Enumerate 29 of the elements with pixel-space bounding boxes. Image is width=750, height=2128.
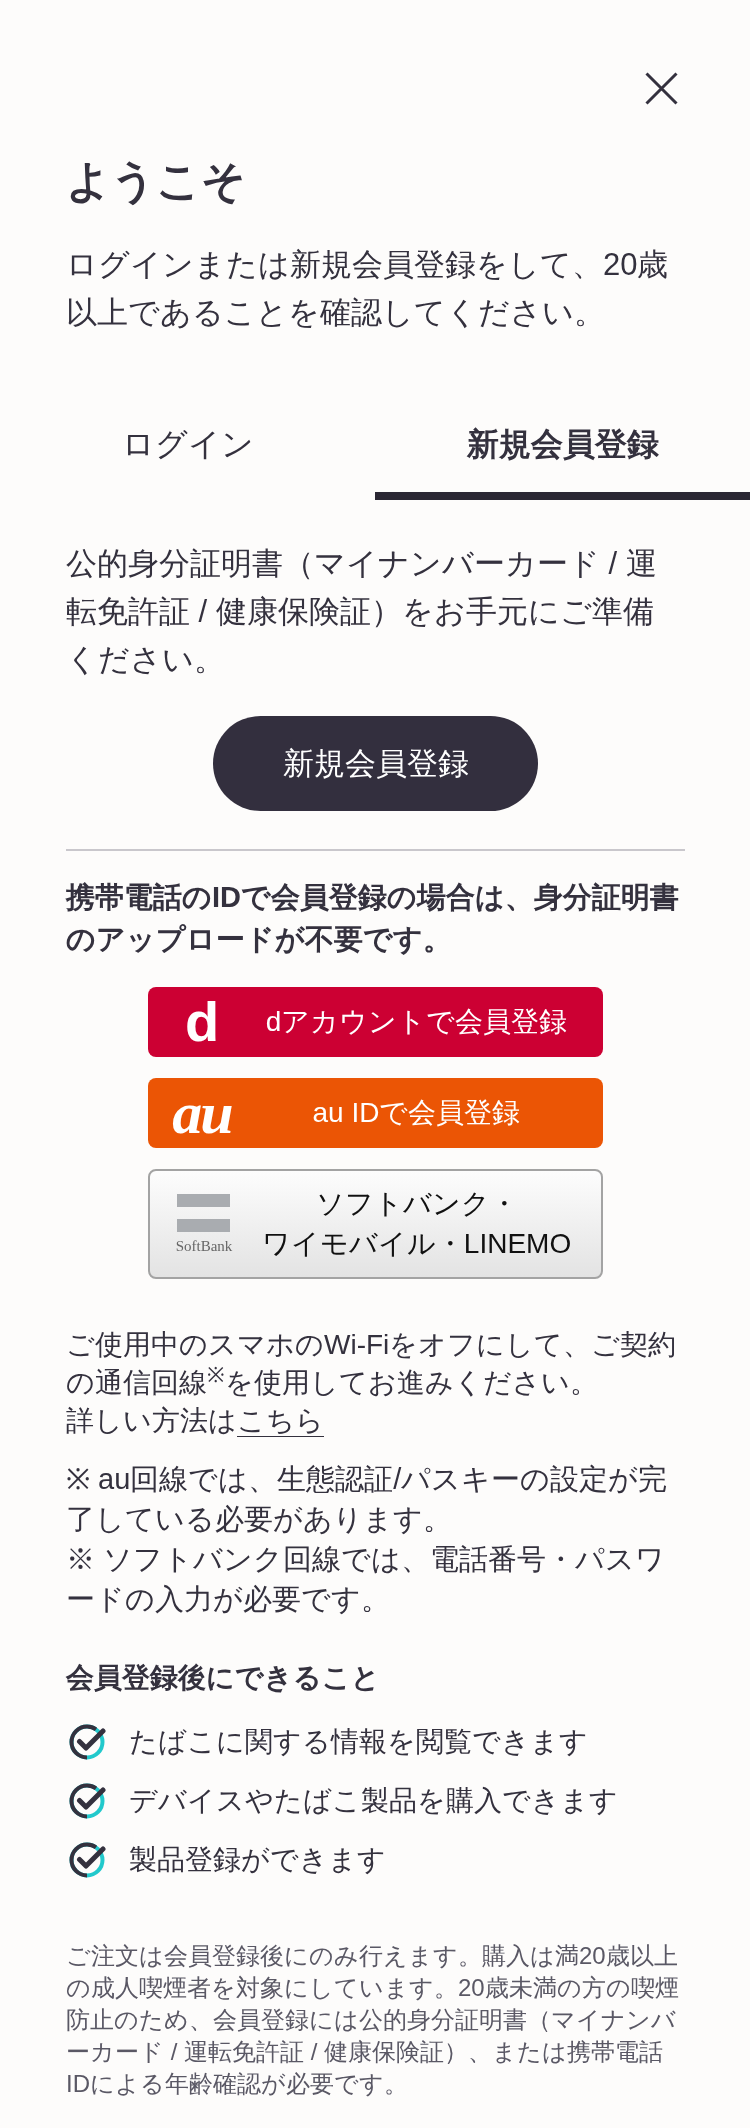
disclaimer-text: ご注文は会員登録後にのみ行えます。購入は満20歳以上の成人喫煙者を対象にしています。20歳未満の方の喫煙防止のため、会員登録には公的身分証明書（マイナンバーカード / 運転免許証 / 健康保険証）、または携帯電話IDによる年齢確認が必要です。 [66, 1941, 680, 2099]
details-link[interactable]: こちら [237, 1405, 324, 1436]
dialog-description: ログインまたは新規会員登録をして、20歳以上であることを確認してください。 [66, 246, 670, 332]
note-text: ※ ソフトバンク回線では、電話番号・パスワードの入力が必要です。 [66, 1542, 667, 1617]
carrier-login-button[interactable]: au au IDで会員登録 [148, 1078, 603, 1148]
benefit-text: たばこに関する情報を閲覧できます [129, 1724, 588, 1759]
instruction-text: 公的身分証明書（マイナンバーカード / 運転免許証 / 健康保険証）をお手元にご準備ください。 [66, 545, 658, 679]
carrier-login-button[interactable]: d dアカウントで会員登録 [148, 987, 603, 1057]
check-circle-icon [69, 1782, 106, 1819]
logo-wordmark: SoftBank [175, 1238, 233, 1254]
check-circle-icon [69, 1841, 106, 1878]
dialog-title: ようこそ [66, 155, 247, 207]
check-circle-icon [69, 1723, 106, 1760]
logo-letter: d [184, 1000, 220, 1044]
details-text: 詳しい方法は こちら [66, 1404, 325, 1438]
logo-wordmark: au [172, 1093, 232, 1133]
tab[interactable]: 新規会員登録 [375, 400, 750, 500]
close-icon [645, 72, 678, 105]
carrier-note: 携帯電話のIDで会員登録の場合は、身分証明書のアップロードが不要です。 [66, 880, 680, 957]
benefit-text: 製品登録ができます [129, 1842, 386, 1877]
carrier-login-button[interactable]: SoftBank ソフトバンク・ワイモバイル・LINEMO [148, 1169, 603, 1279]
benefits-heading: 会員登録後にできること [66, 1661, 381, 1695]
tab[interactable]: ログイン [0, 400, 375, 500]
register-button[interactable]: 新規会員登録 [213, 716, 538, 811]
benefit-text: デバイスやたばこ製品を購入できます [129, 1783, 618, 1818]
logo-bars-icon [177, 1194, 231, 1232]
wifi-instruction: ご使用中のスマホのWi-Fiをオフにして、ご契約の通信回線$^{※}$を使用してお進みください。 [66, 1328, 678, 1400]
note-text: ※ au回線では、生態認証/パスキーの設定が完了している必要があります。 [66, 1462, 669, 1537]
close-button[interactable] [645, 72, 678, 105]
